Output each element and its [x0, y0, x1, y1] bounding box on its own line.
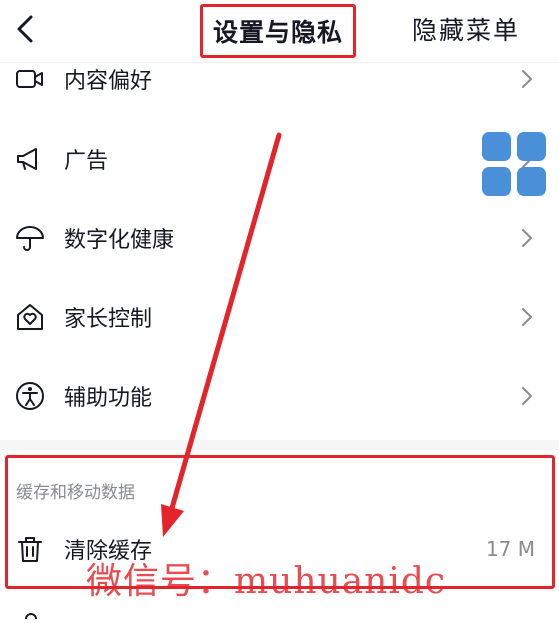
section-divider [0, 440, 559, 450]
watermark-text: 微信号：muhuanidc [86, 561, 447, 602]
back-button[interactable] [10, 12, 44, 46]
trash-icon [14, 533, 46, 565]
menu-item-parental-control[interactable]: 家长控制 [0, 284, 559, 350]
menu-item-ads[interactable]: 广告 [0, 126, 559, 192]
hidden-menu-link[interactable]: 隐藏菜单 [412, 11, 520, 47]
chevron-right-icon [519, 68, 535, 90]
partial-row-icon [16, 604, 46, 620]
menu-item-label: 内容偏好 [64, 69, 153, 94]
video-camera-icon [14, 63, 46, 95]
chevron-right-icon [519, 385, 535, 407]
menu-item-label: 辅助功能 [64, 386, 153, 411]
accessibility-icon [14, 380, 46, 412]
cache-section-header: 缓存和移动数据 [16, 483, 135, 503]
grid-tile-icon [482, 132, 511, 161]
megaphone-icon [14, 143, 46, 175]
menu-item-content-preferences[interactable]: 内容偏好 [0, 46, 559, 112]
grid-tile-icon [517, 167, 546, 196]
menu-item-digital-wellbeing[interactable]: 数字化健康 [0, 205, 559, 271]
cache-size-value: 17 M [485, 537, 535, 561]
menu-item-accessibility[interactable]: 辅助功能 [0, 363, 559, 429]
house-heart-icon [14, 301, 46, 333]
grid-tile-icon [517, 132, 546, 161]
back-arrow-icon [17, 15, 33, 43]
menu-item-label: 数字化健康 [64, 228, 175, 253]
chevron-right-icon [519, 227, 535, 249]
menu-item-label: 广告 [64, 149, 109, 174]
menu-item-label: 家长控制 [64, 307, 153, 332]
grid-tile-icon [482, 167, 511, 196]
umbrella-icon [14, 222, 46, 254]
chevron-right-icon [519, 306, 535, 328]
floating-grid-widget[interactable] [482, 132, 546, 196]
